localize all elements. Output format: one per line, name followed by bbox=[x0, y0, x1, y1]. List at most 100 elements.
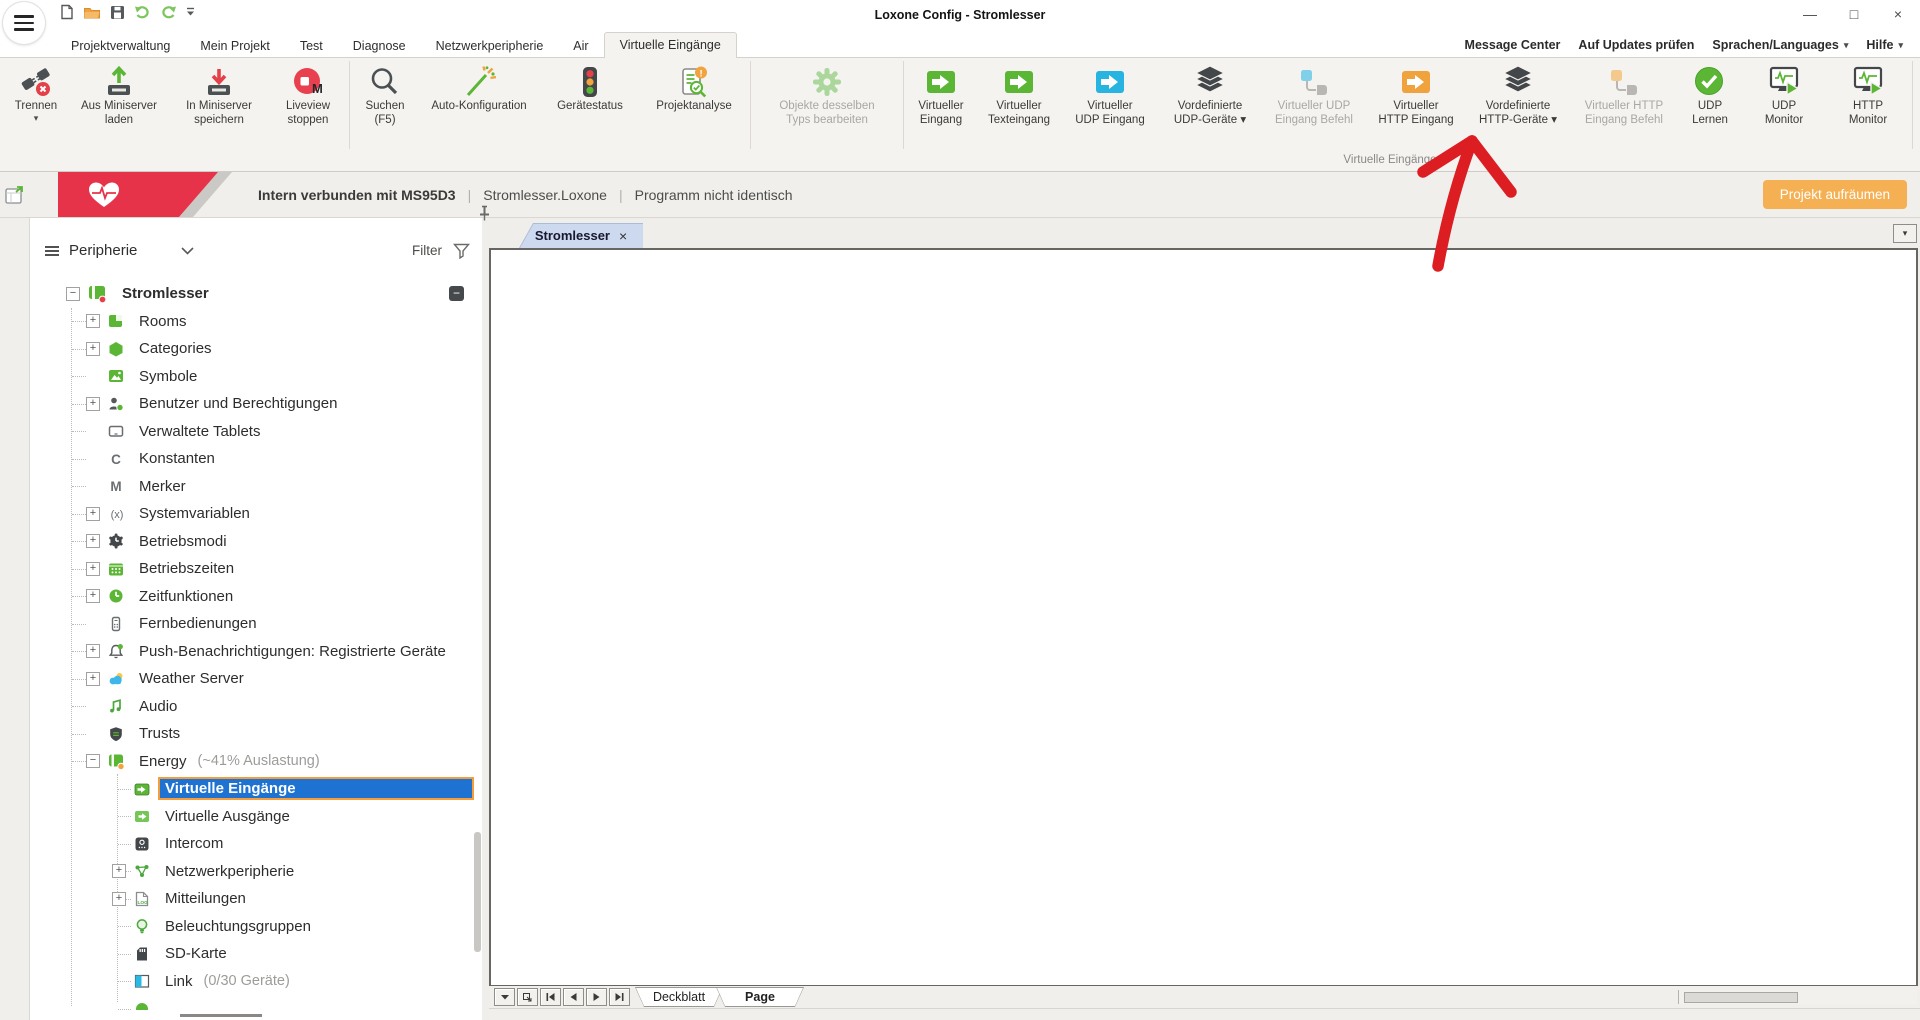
virtual-udp-input-button[interactable]: Virtueller UDP Eingang bbox=[1062, 58, 1158, 153]
program-canvas[interactable] bbox=[489, 248, 1918, 986]
tree-item-rooms[interactable]: + Rooms bbox=[30, 308, 474, 336]
scrollbar-thumb[interactable] bbox=[1684, 992, 1798, 1003]
tree-item-audio[interactable]: Audio bbox=[30, 693, 474, 721]
disconnect-button[interactable]: Trennen ▾ bbox=[3, 58, 69, 153]
expander[interactable]: + bbox=[86, 589, 100, 603]
sheet-menu-button[interactable] bbox=[494, 988, 515, 1006]
check-updates-menu[interactable]: Auf Updates prüfen bbox=[1569, 33, 1703, 57]
previous-sheet-button[interactable] bbox=[563, 988, 584, 1006]
menu-tab-air[interactable]: Air bbox=[558, 34, 603, 57]
tree-item-netzwerkperipherie[interactable]: + Netzwerkperipherie bbox=[30, 858, 474, 886]
http-monitor-button[interactable]: HTTP Monitor bbox=[1826, 58, 1910, 153]
menu-tab-projektverwaltung[interactable]: Projektverwaltung bbox=[56, 34, 185, 57]
languages-menu[interactable]: Sprachen/Languages▾ bbox=[1703, 33, 1857, 57]
help-menu[interactable]: Hilfe▾ bbox=[1857, 33, 1912, 57]
redo-icon[interactable] bbox=[160, 5, 177, 19]
canvas-horizontal-scrollbar[interactable] bbox=[1678, 990, 1917, 1004]
customize-toolbar-icon[interactable] bbox=[186, 7, 195, 17]
save-icon[interactable] bbox=[110, 5, 125, 20]
expander[interactable]: − bbox=[86, 754, 100, 768]
new-document-icon[interactable] bbox=[60, 4, 74, 20]
predefined-http-devices-button[interactable]: Vordefinierte HTTP-Geräte ▾ bbox=[1466, 58, 1570, 153]
tree-item-konstanten[interactable]: C Konstanten bbox=[30, 445, 474, 473]
expander[interactable]: + bbox=[86, 342, 100, 356]
sidebar-horizontal-scrollbar[interactable] bbox=[180, 1014, 262, 1017]
sheet-list-button[interactable] bbox=[517, 988, 538, 1006]
tree-item-stromlesser[interactable]: − Stromlesser bbox=[30, 280, 474, 308]
tree-item-merker[interactable]: M Merker bbox=[30, 473, 474, 501]
undo-icon[interactable] bbox=[134, 5, 151, 19]
expander[interactable]: + bbox=[86, 562, 100, 576]
expander[interactable]: + bbox=[112, 892, 126, 906]
expander[interactable]: + bbox=[86, 507, 100, 521]
first-sheet-button[interactable] bbox=[540, 988, 561, 1006]
sheet-tab-deckblatt[interactable]: Deckblatt bbox=[635, 987, 723, 1007]
close-button[interactable]: × bbox=[1876, 0, 1920, 30]
predefined-udp-devices-button[interactable]: Vordefinierte UDP-Geräte ▾ bbox=[1158, 58, 1262, 153]
save-to-miniserver-button[interactable]: In Miniserver speichern bbox=[169, 58, 269, 153]
project-analysis-button[interactable]: ! Projektanalyse bbox=[640, 58, 748, 153]
expander[interactable]: + bbox=[86, 644, 100, 658]
chevron-down-icon[interactable] bbox=[181, 247, 194, 255]
virtual-text-input-button[interactable]: Virtueller Texteingang bbox=[976, 58, 1062, 153]
expander[interactable]: + bbox=[112, 864, 126, 878]
menu-tab-virtuelle-eingaenge[interactable]: Virtuelle Eingänge bbox=[604, 32, 737, 58]
minimize-button[interactable]: — bbox=[1788, 0, 1832, 30]
tree-item-sd-karte[interactable]: SD-Karte bbox=[30, 940, 474, 968]
liveview-stop-button[interactable]: M Liveview stoppen bbox=[269, 58, 347, 153]
tab-list-dropdown-button[interactable]: ▾ bbox=[1893, 224, 1917, 243]
search-button[interactable]: Suchen (F5) bbox=[352, 58, 418, 153]
expander[interactable]: + bbox=[86, 534, 100, 548]
tree-item-virtuelle-eingaenge[interactable]: Virtuelle Eingänge bbox=[30, 775, 474, 803]
tree-item-symbole[interactable]: Symbole bbox=[30, 363, 474, 391]
last-sheet-button[interactable] bbox=[609, 988, 630, 1006]
panel-splitter[interactable] bbox=[482, 218, 489, 1020]
next-sheet-button[interactable] bbox=[586, 988, 607, 1006]
udp-monitor-button[interactable]: UDP Monitor bbox=[1742, 58, 1826, 153]
collapse-all-button[interactable]: − bbox=[449, 286, 464, 301]
menu-tab-netzwerkperipherie[interactable]: Netzwerkperipherie bbox=[421, 34, 559, 57]
tree-item-tablets[interactable]: Verwaltete Tablets bbox=[30, 418, 474, 446]
tree-item-energy[interactable]: − Energy (~41% Auslastung) bbox=[30, 748, 474, 776]
tree-item-betriebszeiten[interactable]: + Betriebszeiten bbox=[30, 555, 474, 583]
tree-item-zeitfunktionen[interactable]: + Zeitfunktionen bbox=[30, 583, 474, 611]
udp-learn-button[interactable]: UDP Lernen bbox=[1678, 58, 1742, 153]
virtual-input-button[interactable]: Virtueller Eingang bbox=[906, 58, 976, 153]
expander[interactable]: − bbox=[66, 287, 80, 301]
cleanup-project-button[interactable]: Projekt aufräumen bbox=[1763, 180, 1907, 209]
message-center-menu[interactable]: Message Center bbox=[1456, 33, 1570, 57]
tree-item-virtuelle-ausgaenge[interactable]: Virtuelle Ausgänge bbox=[30, 803, 474, 831]
project-window-icon[interactable] bbox=[5, 185, 26, 205]
sheet-tab-page[interactable]: Page bbox=[716, 987, 804, 1007]
tree-item-categories[interactable]: + Categories bbox=[30, 335, 474, 363]
tree-item-trusts[interactable]: Trusts bbox=[30, 720, 474, 748]
tree-item-beleuchtungsgruppen[interactable]: Beleuchtungsgruppen bbox=[30, 913, 474, 941]
expander[interactable]: + bbox=[86, 672, 100, 686]
tree-item-weather-server[interactable]: + Weather Server bbox=[30, 665, 474, 693]
virtual-http-input-button[interactable]: Virtueller HTTP Eingang bbox=[1366, 58, 1466, 153]
document-tab-stromlesser[interactable]: Stromlesser × bbox=[519, 223, 643, 248]
sidebar-vertical-scrollbar[interactable] bbox=[474, 832, 481, 952]
restore-button[interactable]: □ bbox=[1832, 0, 1876, 30]
hamburger-menu-button[interactable] bbox=[3, 2, 45, 44]
tree-item-intercom[interactable]: Intercom bbox=[30, 830, 474, 858]
tree-item-fernbedienungen[interactable]: Fernbedienungen bbox=[30, 610, 474, 638]
tree-item-link[interactable]: Link (0/30 Geräte) bbox=[30, 968, 474, 996]
expander[interactable]: + bbox=[86, 397, 100, 411]
close-tab-icon[interactable]: × bbox=[619, 228, 627, 244]
tree-item-systemvariablen[interactable]: + (x) Systemvariablen bbox=[30, 500, 474, 528]
device-status-button[interactable]: Gerätestatus bbox=[540, 58, 640, 153]
menu-tab-test[interactable]: Test bbox=[285, 34, 338, 57]
tree-item-betriebsmodi[interactable]: + Betriebsmodi bbox=[30, 528, 474, 556]
auto-hide-pin-icon[interactable] bbox=[477, 205, 492, 222]
load-from-miniserver-button[interactable]: Aus Miniserver laden bbox=[69, 58, 169, 153]
tree-item-push-benachrichtigungen[interactable]: + Push-Benachrichtigungen: Registrierte … bbox=[30, 638, 474, 666]
auto-configuration-button[interactable]: Auto-Konfiguration bbox=[418, 58, 540, 153]
filter-funnel-icon[interactable] bbox=[453, 243, 470, 259]
tree-item-mitteilungen[interactable]: + LOG Mitteilungen bbox=[30, 885, 474, 913]
panel-menu-icon[interactable] bbox=[44, 245, 60, 257]
open-folder-icon[interactable] bbox=[83, 5, 101, 20]
menu-tab-diagnose[interactable]: Diagnose bbox=[338, 34, 421, 57]
expander[interactable]: + bbox=[86, 314, 100, 328]
menu-tab-mein-projekt[interactable]: Mein Projekt bbox=[185, 34, 284, 57]
